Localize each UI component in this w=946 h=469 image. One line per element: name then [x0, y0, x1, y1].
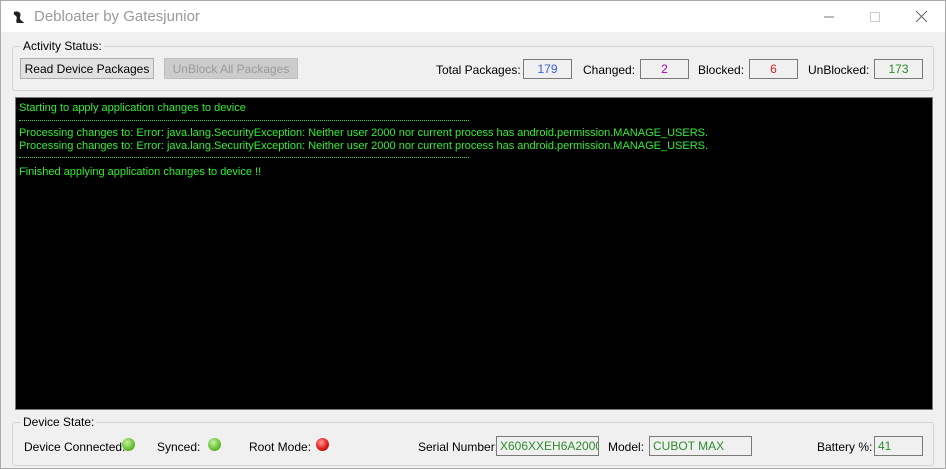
log-separator — [19, 157, 469, 158]
log-line: Starting to apply application changes to… — [19, 102, 246, 114]
device-connected-label: Device Connected: — [24, 440, 126, 454]
blocked-label: Blocked: — [698, 63, 745, 77]
model-field[interactable]: CUBOT MAX — [649, 436, 752, 456]
device-connected-status-icon — [122, 438, 135, 451]
minimize-icon — [824, 16, 834, 17]
blocked-value: 6 — [749, 59, 798, 79]
synced-status-icon — [208, 438, 221, 451]
log-line: Processing changes to: Error: java.lang.… — [19, 140, 709, 152]
console-output[interactable]: Starting to apply application changes to… — [15, 97, 933, 410]
root-mode-label: Root Mode: — [249, 440, 312, 454]
activity-status-label: Activity Status: — [21, 39, 104, 53]
changed-label: Changed: — [583, 63, 636, 77]
battery-field[interactable]: 41 — [874, 436, 923, 456]
maximize-button[interactable] — [852, 1, 898, 32]
title-bar[interactable]: Debloater by Gatesjunior — [1, 1, 945, 32]
device-state-label: Device State: — [21, 415, 97, 429]
minimize-button[interactable] — [806, 1, 852, 32]
close-icon — [915, 11, 927, 22]
model-label: Model: — [608, 440, 645, 454]
log-line: Finished applying application changes to… — [19, 166, 262, 178]
unblocked-value: 173 — [874, 59, 923, 79]
close-button[interactable] — [898, 1, 944, 32]
log-separator — [19, 120, 469, 121]
serial-number-field[interactable]: X606XXEH6A20006 — [496, 436, 599, 456]
root-mode-status-icon — [316, 438, 329, 451]
app-logo-icon — [11, 9, 27, 25]
synced-label: Synced: — [157, 440, 201, 454]
window-title: Debloater by Gatesjunior — [34, 8, 200, 25]
read-device-packages-button[interactable]: Read Device Packages — [20, 58, 154, 79]
total-packages-label: Total Packages: — [436, 63, 521, 77]
total-packages-value: 179 — [523, 59, 572, 79]
unblock-all-packages-button[interactable]: UnBlock All Packages — [164, 58, 298, 79]
app-window: Debloater by Gatesjunior Activity Status… — [0, 0, 946, 469]
unblocked-label: UnBlocked: — [808, 63, 870, 77]
battery-label: Battery %: — [817, 440, 873, 454]
changed-value: 2 — [640, 59, 689, 79]
log-line: Processing changes to: Error: java.lang.… — [19, 127, 709, 139]
serial-number-label: Serial Number: — [418, 440, 499, 454]
maximize-icon — [870, 11, 880, 22]
